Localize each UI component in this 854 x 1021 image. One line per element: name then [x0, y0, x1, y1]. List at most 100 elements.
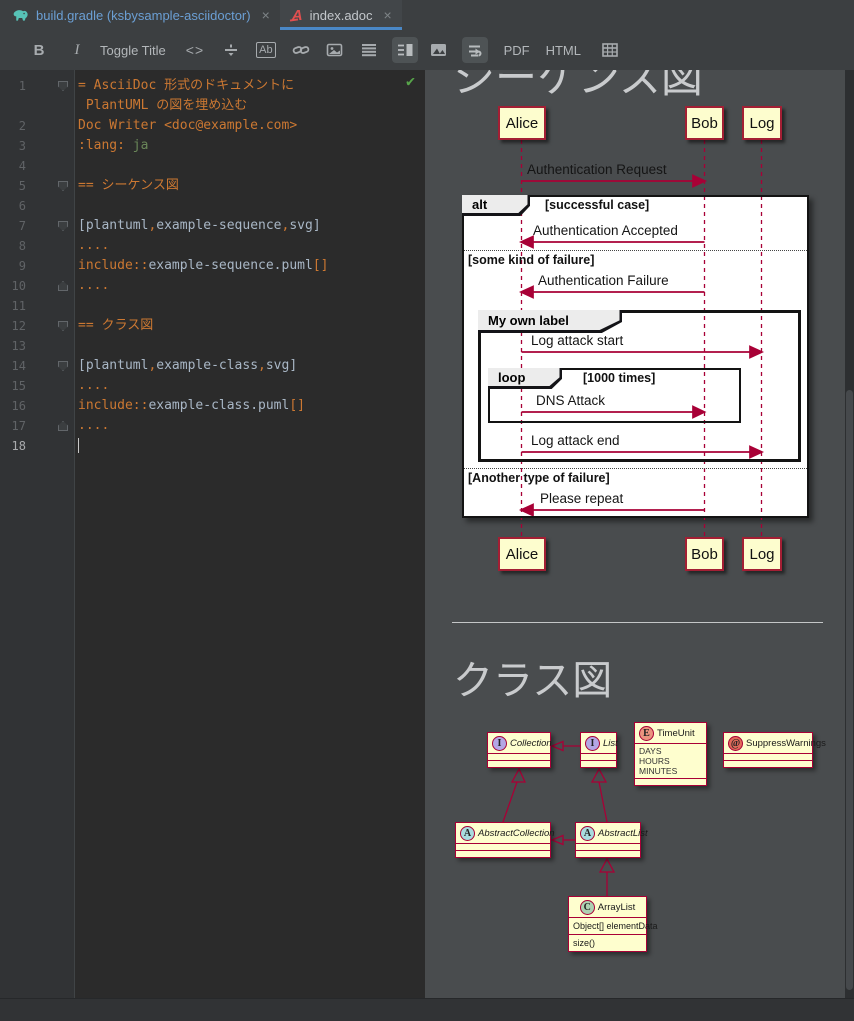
message-label: Log attack end [531, 433, 620, 448]
html-button[interactable]: HTML [540, 37, 587, 63]
list-button[interactable] [356, 37, 382, 63]
code-text [78, 436, 79, 456]
fold-column[interactable] [26, 216, 74, 236]
interface-icon: I [492, 735, 507, 751]
fold-column[interactable] [26, 356, 74, 376]
editor-line[interactable]: 15.... [0, 376, 425, 396]
class-abstractcollection: A AbstractCollection [455, 822, 555, 858]
media-button[interactable] [426, 37, 452, 63]
guard-label: [successful case] [545, 198, 650, 212]
fold-marker-icon[interactable] [58, 281, 68, 291]
editor-line[interactable]: 3:lang: ja [0, 136, 425, 156]
status-bar [0, 998, 854, 1021]
line-number: 3 [18, 139, 26, 153]
gradle-elephant-icon [13, 9, 28, 21]
guard-label: [some kind of failure] [468, 253, 595, 267]
editor-line[interactable]: 7 [plantuml,example-sequence,svg] [0, 216, 425, 236]
fold-column [26, 236, 74, 256]
table-button[interactable] [597, 37, 623, 63]
italic-button[interactable]: I [64, 37, 90, 63]
editor-line[interactable]: 4 [0, 156, 425, 176]
editor-tab-bar: build.gradle (ksbysample-asciidoctor) × … [0, 0, 854, 30]
horizontal-rule-button[interactable] [218, 37, 244, 63]
enum-timeunit: E TimeUnit DAYS HOURS MINUTES [634, 722, 707, 786]
fold-column[interactable] [26, 416, 74, 436]
code-text: = AsciiDoc 形式のドキュメントに [78, 78, 295, 93]
asciidoc-preview-pane: シーケンス図 alt My own label loop [successful… [425, 70, 854, 998]
editor-lines: 1 = AsciiDoc 形式のドキュメントに PlantUML の図を埋め込む 2… [0, 76, 425, 456]
editor-line[interactable]: 6 [0, 196, 425, 216]
line-number: 16 [11, 399, 26, 413]
sequence-diagram: alt My own label loop [successful case] … [425, 70, 854, 590]
code-text: Doc Writer <doc@example.com> [78, 118, 298, 133]
fold-marker-icon[interactable] [58, 361, 68, 371]
pdf-button[interactable]: PDF [498, 37, 536, 63]
editor-line[interactable]: 12 == クラス図 [0, 316, 425, 336]
toggle-title-button[interactable]: Toggle Title [94, 37, 172, 63]
fold-marker-icon[interactable] [58, 421, 68, 431]
fold-column [26, 136, 74, 156]
class-list: I List [580, 732, 618, 768]
editor-line[interactable]: 13 [0, 336, 425, 356]
fold-column [26, 256, 74, 276]
link-button[interactable] [288, 37, 314, 63]
fold-column[interactable] [26, 176, 74, 196]
auto-scroll-button[interactable] [461, 37, 488, 63]
editor-line[interactable]: 10.... [0, 276, 425, 296]
checkmark-icon: ✔ [405, 72, 415, 90]
editor-line[interactable]: PlantUML の図を埋め込む [0, 96, 425, 116]
fold-marker-icon[interactable] [58, 321, 68, 331]
inline-code-button[interactable]: Ab [252, 37, 279, 63]
editor-line[interactable]: 11 [0, 296, 425, 316]
bold-button[interactable]: B [26, 37, 52, 63]
editor-line[interactable]: 5 == シーケンス図 [0, 176, 425, 196]
list-icon [361, 44, 376, 57]
editor-line[interactable]: 2 Doc Writer <doc@example.com> [0, 116, 425, 136]
line-number: 6 [18, 199, 26, 213]
code-text: .... [78, 238, 110, 253]
message-label: Log attack start [531, 333, 624, 348]
editor-line[interactable]: 14 [plantuml,example-class,svg] [0, 356, 425, 376]
code-editor[interactable]: ✔ 1 = AsciiDoc 形式のドキュメントに PlantUML の図を埋め込… [0, 70, 425, 998]
participant-log: Log [742, 537, 782, 571]
line-number: 18 [11, 439, 26, 453]
code-button[interactable]: <> [182, 37, 208, 63]
fold-column[interactable] [26, 316, 74, 336]
editor-preview-layout-button[interactable] [391, 37, 418, 63]
inline-code-icon: Ab [256, 42, 276, 58]
participant-alice: Alice [498, 537, 546, 571]
fold-marker-icon[interactable] [58, 81, 68, 91]
split-preview-icon [397, 44, 413, 56]
fold-marker-icon[interactable] [58, 181, 68, 191]
alt-divider [464, 250, 807, 251]
fold-column[interactable] [26, 276, 74, 296]
line-number: 12 [11, 319, 26, 333]
insert-image-button[interactable] [322, 37, 348, 63]
code-text: include::example-class.puml[] [78, 398, 305, 413]
tab-build-gradle[interactable]: build.gradle (ksbysample-asciidoctor) × [0, 0, 280, 30]
class-arraylist: C ArrayList Object[] elementData size() [568, 896, 658, 952]
fold-column[interactable] [26, 76, 74, 96]
close-icon[interactable]: × [262, 7, 270, 23]
line-number: 11 [11, 299, 26, 313]
tab-index-adoc[interactable]: A index.adoc × [279, 0, 402, 30]
editor-line[interactable]: 17.... [0, 416, 425, 436]
code-text: .... [78, 418, 110, 433]
editor-line[interactable]: 18 [0, 436, 425, 456]
class-icon: C [579, 899, 595, 915]
line-number: 13 [11, 339, 26, 353]
enum-icon: E [639, 725, 654, 741]
editor-line[interactable]: 16 include::example-class.puml[] [0, 396, 425, 416]
close-icon[interactable]: × [384, 7, 392, 23]
code-text: .... [78, 378, 110, 393]
link-icon [292, 46, 309, 54]
image-icon [326, 43, 343, 57]
editor-line[interactable]: 9 include::example-sequence.puml[] [0, 256, 425, 276]
fold-column [26, 336, 74, 356]
fold-marker-icon[interactable] [58, 221, 68, 231]
participant-bob: Bob [685, 106, 724, 140]
tab-label: build.gradle (ksbysample-asciidoctor) [36, 7, 251, 23]
editor-line[interactable]: 1 = AsciiDoc 形式のドキュメントに [0, 76, 425, 96]
line-number: 14 [11, 359, 26, 373]
editor-line[interactable]: 8.... [0, 236, 425, 256]
